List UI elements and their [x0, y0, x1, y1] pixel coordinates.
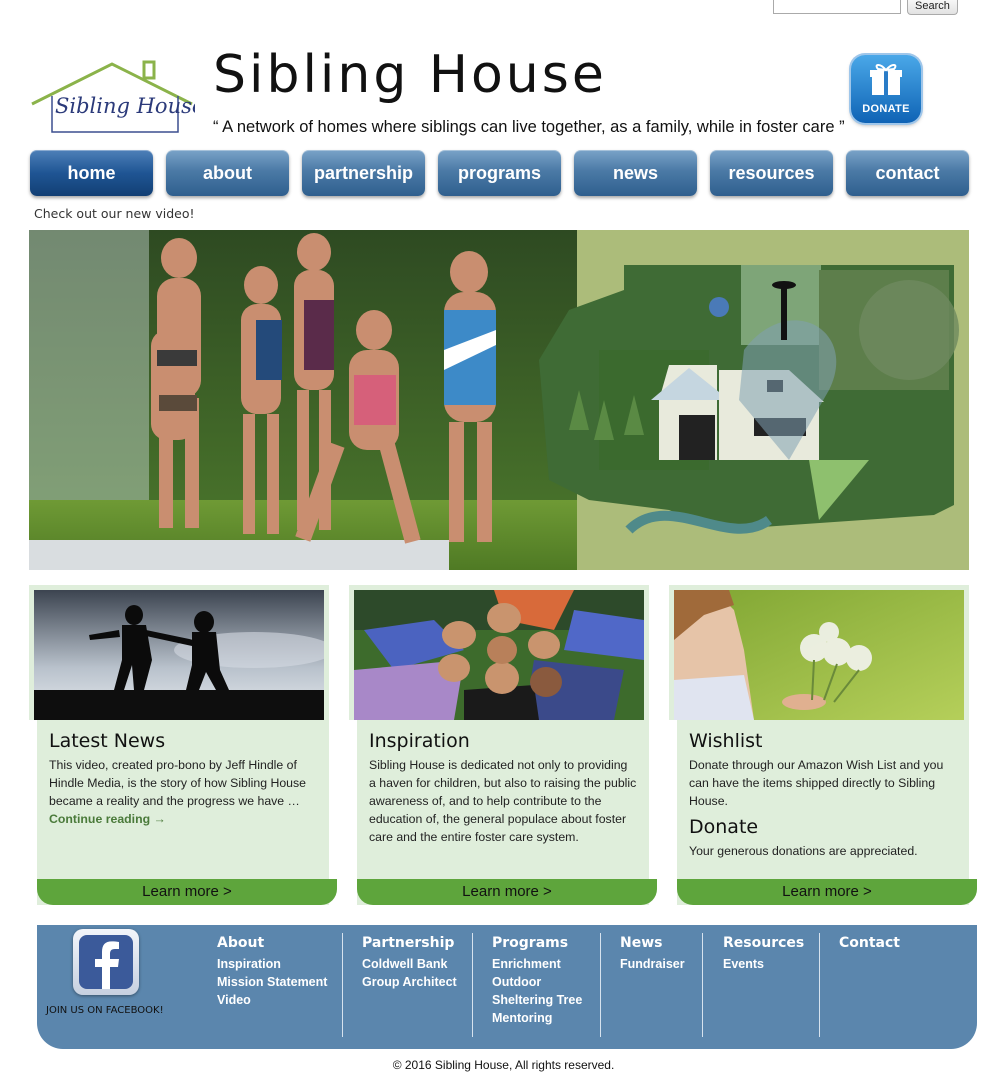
card-heading-donate: Donate	[689, 816, 759, 838]
main-nav: home about partnership programs news res…	[30, 150, 969, 196]
footer-link[interactable]: Events	[723, 955, 804, 973]
facebook-label[interactable]: JOIN US ON FACEBOOK!	[46, 1005, 164, 1016]
footer-divider	[702, 933, 703, 1037]
card-image	[354, 590, 644, 720]
card-text: Donate through our Amazon Wish List and …	[689, 758, 944, 808]
footer-link[interactable]: Mentoring	[492, 1009, 582, 1027]
search-input[interactable]	[773, 0, 901, 14]
footer: JOIN US ON FACEBOOK! About Inspiration M…	[37, 925, 977, 1049]
hero-banner[interactable]	[29, 230, 969, 570]
nav-tab-programs[interactable]: programs	[438, 150, 561, 196]
footer-link[interactable]: Inspiration	[217, 955, 327, 973]
footer-link[interactable]: Fundraiser	[620, 955, 685, 973]
card-heading: Wishlist	[689, 730, 763, 752]
nav-tab-about[interactable]: about	[166, 150, 289, 196]
learn-more-button[interactable]: Learn more >	[37, 879, 337, 905]
card-image	[34, 590, 324, 720]
nav-tab-news[interactable]: news	[574, 150, 697, 196]
learn-more-button[interactable]: Learn more >	[677, 879, 977, 905]
card-text-donate: Your generous donations are appreciated.	[689, 844, 918, 858]
dandelion-photo	[674, 590, 964, 720]
footer-heading[interactable]: Programs	[492, 935, 582, 951]
card-image-frame	[349, 585, 649, 720]
footer-heading[interactable]: Resources	[723, 935, 804, 951]
footer-heading[interactable]: Contact	[839, 935, 900, 951]
learn-more-button[interactable]: Learn more >	[357, 879, 657, 905]
footer-link[interactable]: Coldwell Bank	[362, 955, 457, 973]
footer-link[interactable]: Enrichment	[492, 955, 582, 973]
card-image	[674, 590, 964, 720]
footer-divider	[342, 933, 343, 1037]
donate-label: DONATE	[862, 103, 910, 115]
search-bar: Search	[773, 0, 958, 15]
footer-heading[interactable]: News	[620, 935, 685, 951]
footer-heading[interactable]: Partnership	[362, 935, 457, 951]
card-wishlist: Wishlist Donate through our Amazon Wish …	[669, 585, 977, 905]
card-heading: Inspiration	[369, 730, 470, 752]
card-latest-news: Latest News This video, created pro-bono…	[29, 585, 337, 905]
footer-column-news: News Fundraiser	[620, 935, 685, 973]
card-body: Inspiration Sibling House is dedicated n…	[369, 730, 637, 846]
facebook-icon[interactable]	[73, 929, 139, 995]
footer-divider	[472, 933, 473, 1037]
footer-column-about: About Inspiration Mission Statement Vide…	[217, 935, 327, 1009]
nav-tab-partnership[interactable]: partnership	[302, 150, 425, 196]
card-inspiration: Inspiration Sibling House is dedicated n…	[349, 585, 657, 905]
video-link[interactable]: Check out our new video!	[34, 206, 195, 221]
footer-column-partnership: Partnership Coldwell Bank Group Architec…	[362, 935, 457, 991]
gift-icon	[870, 64, 902, 95]
site-logo[interactable]: Sibling House	[30, 58, 204, 136]
card-image-frame	[29, 585, 329, 720]
footer-divider	[819, 933, 820, 1037]
footer-column-resources: Resources Events	[723, 935, 804, 973]
facebook-logo	[79, 935, 133, 989]
card-text: Sibling House is dedicated not only to p…	[369, 758, 637, 844]
silhouette-photo	[34, 590, 324, 720]
continue-reading-link[interactable]: Continue reading →	[49, 812, 166, 826]
hero-image	[29, 230, 969, 570]
footer-link[interactable]: Outdoor	[492, 973, 582, 991]
donate-button[interactable]: DONATE	[851, 55, 921, 123]
footer-column-contact: Contact	[839, 935, 900, 955]
search-button[interactable]: Search	[907, 0, 958, 15]
card-heading: Latest News	[49, 730, 166, 752]
footer-column-programs: Programs Enrichment Outdoor Sheltering T…	[492, 935, 582, 1027]
nav-tab-resources[interactable]: resources	[710, 150, 833, 196]
svg-text:Sibling House: Sibling House	[55, 94, 195, 118]
nav-tab-home[interactable]: home	[30, 150, 153, 196]
card-image-frame	[669, 585, 969, 720]
nav-tab-contact[interactable]: contact	[846, 150, 969, 196]
footer-link[interactable]: Group Architect	[362, 973, 457, 991]
card-body: Latest News This video, created pro-bono…	[49, 730, 317, 828]
footer-link[interactable]: Sheltering Tree	[492, 991, 582, 1009]
house-logo-icon: Sibling House	[31, 60, 204, 133]
footer-link[interactable]: Mission Statement	[217, 973, 327, 991]
footer-heading[interactable]: About	[217, 935, 327, 951]
copyright: © 2016 Sibling House, All rights reserve…	[392, 1058, 615, 1072]
footer-divider	[600, 933, 601, 1037]
kids-circle-photo	[354, 590, 644, 720]
site-title: Sibling House	[213, 45, 607, 105]
tagline: “ A network of homes where siblings can …	[213, 118, 845, 136]
footer-link[interactable]: Video	[217, 991, 327, 1009]
card-text: This video, created pro-bono by Jeff Hin…	[49, 758, 306, 808]
card-body: Wishlist Donate through our Amazon Wish …	[689, 730, 957, 860]
